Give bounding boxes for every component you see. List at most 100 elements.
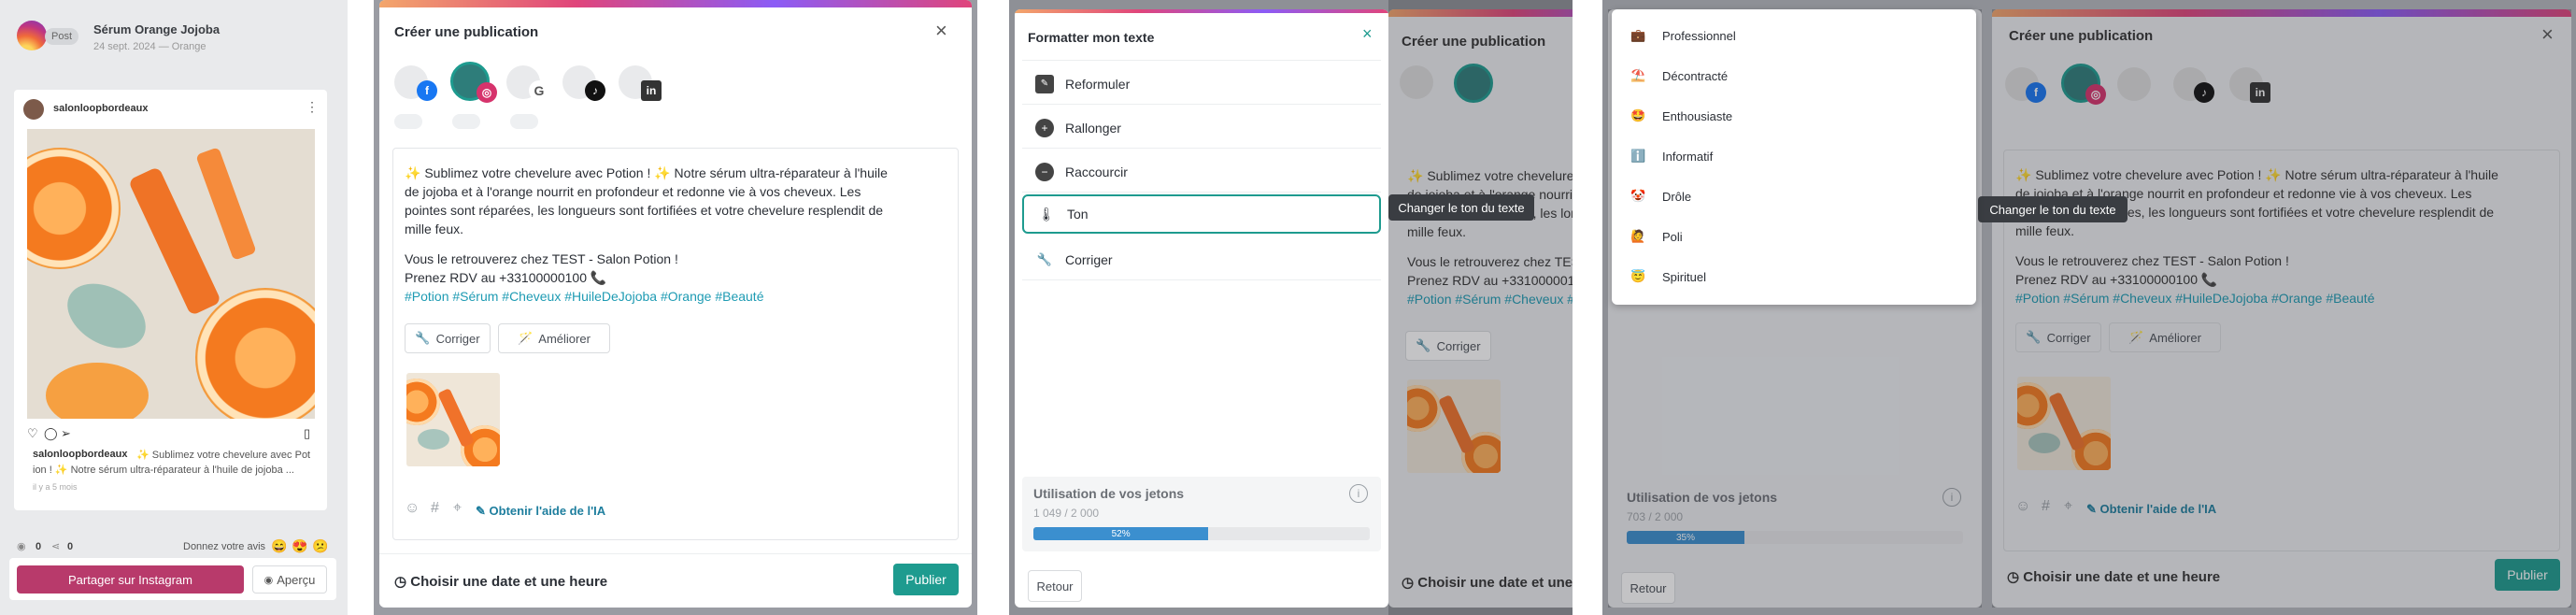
minus-circle-icon: − <box>1035 162 1054 181</box>
avatar <box>23 99 44 120</box>
bg-schedule-text: Choisir une date et une heure <box>1417 575 1573 591</box>
create-post-panel: Créer une publication × f ◎ G ♪ in ✨ Sub… <box>374 0 977 615</box>
tone-label-4: Informatif <box>1662 149 1714 164</box>
post-type-badge: Post <box>45 28 78 45</box>
post-line-5: Vous le retrouverez chez TEST - Salon Po… <box>405 251 678 266</box>
attached-image[interactable] <box>406 373 500 466</box>
like-icon[interactable]: ♡ <box>27 426 38 441</box>
right-line-1: ✨ Sublimez votre chevelure avec Potion !… <box>2015 167 2498 182</box>
tone-decontracte[interactable]: ⛱️ Décontracté <box>1612 57 1976 94</box>
thermometer-icon: 🌡 <box>1038 206 1055 222</box>
corriger-button-right: 🔧 Corriger <box>2015 322 2101 352</box>
info-icon-bg[interactable]: i <box>1943 488 1961 507</box>
avis-sad-icon[interactable]: 😕 <box>312 538 328 554</box>
bookmark-icon[interactable]: ▯ <box>304 426 310 441</box>
post-image <box>27 129 315 419</box>
right-line-6: Prenez RDV au +33100000100 📞 <box>2015 272 2218 287</box>
tone-label-2: Décontracté <box>1662 68 1729 83</box>
corriger-button-bg: 🔧 Corriger <box>1405 331 1491 361</box>
close-icon-right[interactable]: × <box>2541 22 2554 47</box>
close-icon[interactable]: × <box>935 19 947 43</box>
eye-icon: ◉ <box>263 574 274 586</box>
raising-hand-icon: 🙋 <box>1630 229 1646 243</box>
ton-tooltip: Changer le ton du texte <box>1388 194 1534 221</box>
ameliorer-button[interactable]: 🪄 Améliorer <box>498 323 610 353</box>
menu-reformuler[interactable]: ✎ Reformuler <box>1022 64 1381 105</box>
corriger-menu-label: Corriger <box>1065 251 1113 267</box>
avis-happy-icon[interactable]: 😄 <box>271 538 287 554</box>
tokens-progress-bar: 52% <box>1033 527 1370 540</box>
account-select-1[interactable] <box>394 114 422 129</box>
right-ai-help-label: Obtenir l'aide de l'IA <box>2099 502 2217 516</box>
close-icon[interactable]: × <box>1362 24 1373 44</box>
bg-line-4: mille feux. <box>1407 224 1467 239</box>
retour-button-bg[interactable]: Retour <box>1621 572 1675 604</box>
tiktok-icon-right: ♪ <box>2194 82 2214 103</box>
caption-line-1: ✨ Sublimez votre chevelure avec Pot <box>136 450 311 461</box>
post-line-2: de jojoba et à l'orange nourrit en profo… <box>405 184 861 199</box>
publish-button[interactable]: Publier <box>893 564 959 595</box>
post-title: Sérum Orange Jojoba <box>93 22 221 36</box>
tone-informatif[interactable]: ℹ️ Informatif <box>1612 137 1976 175</box>
post-text[interactable]: ✨ Sublimez votre chevelure avec Potion !… <box>405 164 952 306</box>
share-count-icon: ⋖ <box>51 541 61 552</box>
ai-help-link[interactable]: ✎ Obtenir l'aide de l'IA <box>476 504 605 519</box>
retour-button[interactable]: Retour <box>1028 570 1082 602</box>
format-modal: Formatter mon texte × ✎ Reformuler + Rallo… <box>1015 9 1388 608</box>
send-icon[interactable]: ➢ <box>61 426 71 441</box>
tone-label-6: Poli <box>1662 229 1683 244</box>
views-count: 0 <box>36 541 42 552</box>
right-ameliorer-label: Améliorer <box>2149 330 2201 345</box>
preview-button[interactable]: ◉ Aperçu <box>252 565 327 594</box>
menu-rallonger[interactable]: + Rallonger <box>1022 107 1381 149</box>
tone-label-5: Drôle <box>1662 189 1692 204</box>
clown-icon: 🤡 <box>1630 189 1646 203</box>
tone-poli[interactable]: 🙋 Poli <box>1612 218 1976 255</box>
ai-help-link-right: ✎ Obtenir l'aide de l'IA <box>2086 502 2217 516</box>
modal-title-right: Créer une publication <box>2009 28 2154 44</box>
more-options-icon[interactable]: ⋮ <box>306 99 319 115</box>
emoji-icon[interactable]: ☺ <box>405 500 420 517</box>
schedule-label[interactable]: ◷ Choisir une date et une heure <box>394 573 607 590</box>
tone-drole[interactable]: 🤡 Drôle <box>1612 178 1976 215</box>
hashtag-icon[interactable]: # <box>431 500 439 517</box>
account-avatar-instagram-bg <box>1454 64 1493 103</box>
right-line-4: mille feux. <box>2015 223 2075 238</box>
corriger-label: Corriger <box>435 331 480 346</box>
attached-image-bg <box>1407 379 1501 473</box>
avis-love-icon[interactable]: 😍 <box>292 538 307 554</box>
account-select-3[interactable] <box>510 114 538 129</box>
tone-label-7: Spirituel <box>1662 269 1706 284</box>
share-instagram-button[interactable]: Partager sur Instagram <box>17 565 244 594</box>
post-hashtags: #Potion #Sérum #Cheveux #HuileDeJojoba #… <box>405 289 764 304</box>
account-avatar-google-right <box>2117 67 2151 101</box>
bg-line-5: Vous le retrouverez chez TEST - Salon Po… <box>1407 254 1573 269</box>
post-date: 24 sept. 2024 — Orange <box>93 41 206 52</box>
tone-enthousiaste[interactable]: 🤩 Enthousiaste <box>1612 97 1976 135</box>
menu-raccourcir[interactable]: − Raccourcir <box>1022 151 1381 193</box>
info-icon[interactable]: i <box>1349 484 1368 503</box>
tone-professionnel[interactable]: 💼 Professionnel <box>1612 17 1976 54</box>
modal-title-bg: Créer une publication <box>1402 34 1546 50</box>
account-avatar-facebook-bg <box>1400 65 1433 99</box>
location-icon-right: ⌖ <box>2064 498 2073 514</box>
account-select-2[interactable] <box>452 114 480 129</box>
info-icon: ℹ️ <box>1630 149 1646 163</box>
corriger-button[interactable]: 🔧 Corriger <box>405 323 491 353</box>
right-schedule-text: Choisir une date et une heure <box>2023 569 2221 585</box>
comment-icon[interactable]: ◯ <box>44 426 58 441</box>
post-editor[interactable]: ✨ Sublimez votre chevelure avec Potion !… <box>392 148 959 540</box>
tone-spirituel[interactable]: 😇 Spirituel <box>1612 258 1976 295</box>
clock-icon: ◷ <box>394 574 407 590</box>
wrench-icon: 🔧 <box>415 331 431 345</box>
tokens-progress-fill: 52% <box>1033 527 1209 540</box>
schedule-label-right: ◷ Choisir une date et une heure <box>2007 569 2221 585</box>
right-hashtags: #Potion #Sérum #Cheveux #HuileDeJojoba #… <box>2015 291 2375 306</box>
post-text-right: ✨ Sublimez votre chevelure avec Potion !… <box>2015 165 2554 308</box>
menu-ton[interactable]: 🌡 Ton <box>1022 194 1381 234</box>
menu-corriger[interactable]: 🔧 Corriger <box>1022 239 1381 280</box>
tokens-box: Utilisation de vos jetons i 1 049 / 2 00… <box>1022 477 1381 551</box>
linkedin-icon-right: in <box>2250 82 2270 103</box>
location-icon[interactable]: ⌖ <box>453 500 462 517</box>
create-post-modal-right: Créer une publication × f ◎ ♪ in ✨ Subli… <box>1992 9 2571 608</box>
